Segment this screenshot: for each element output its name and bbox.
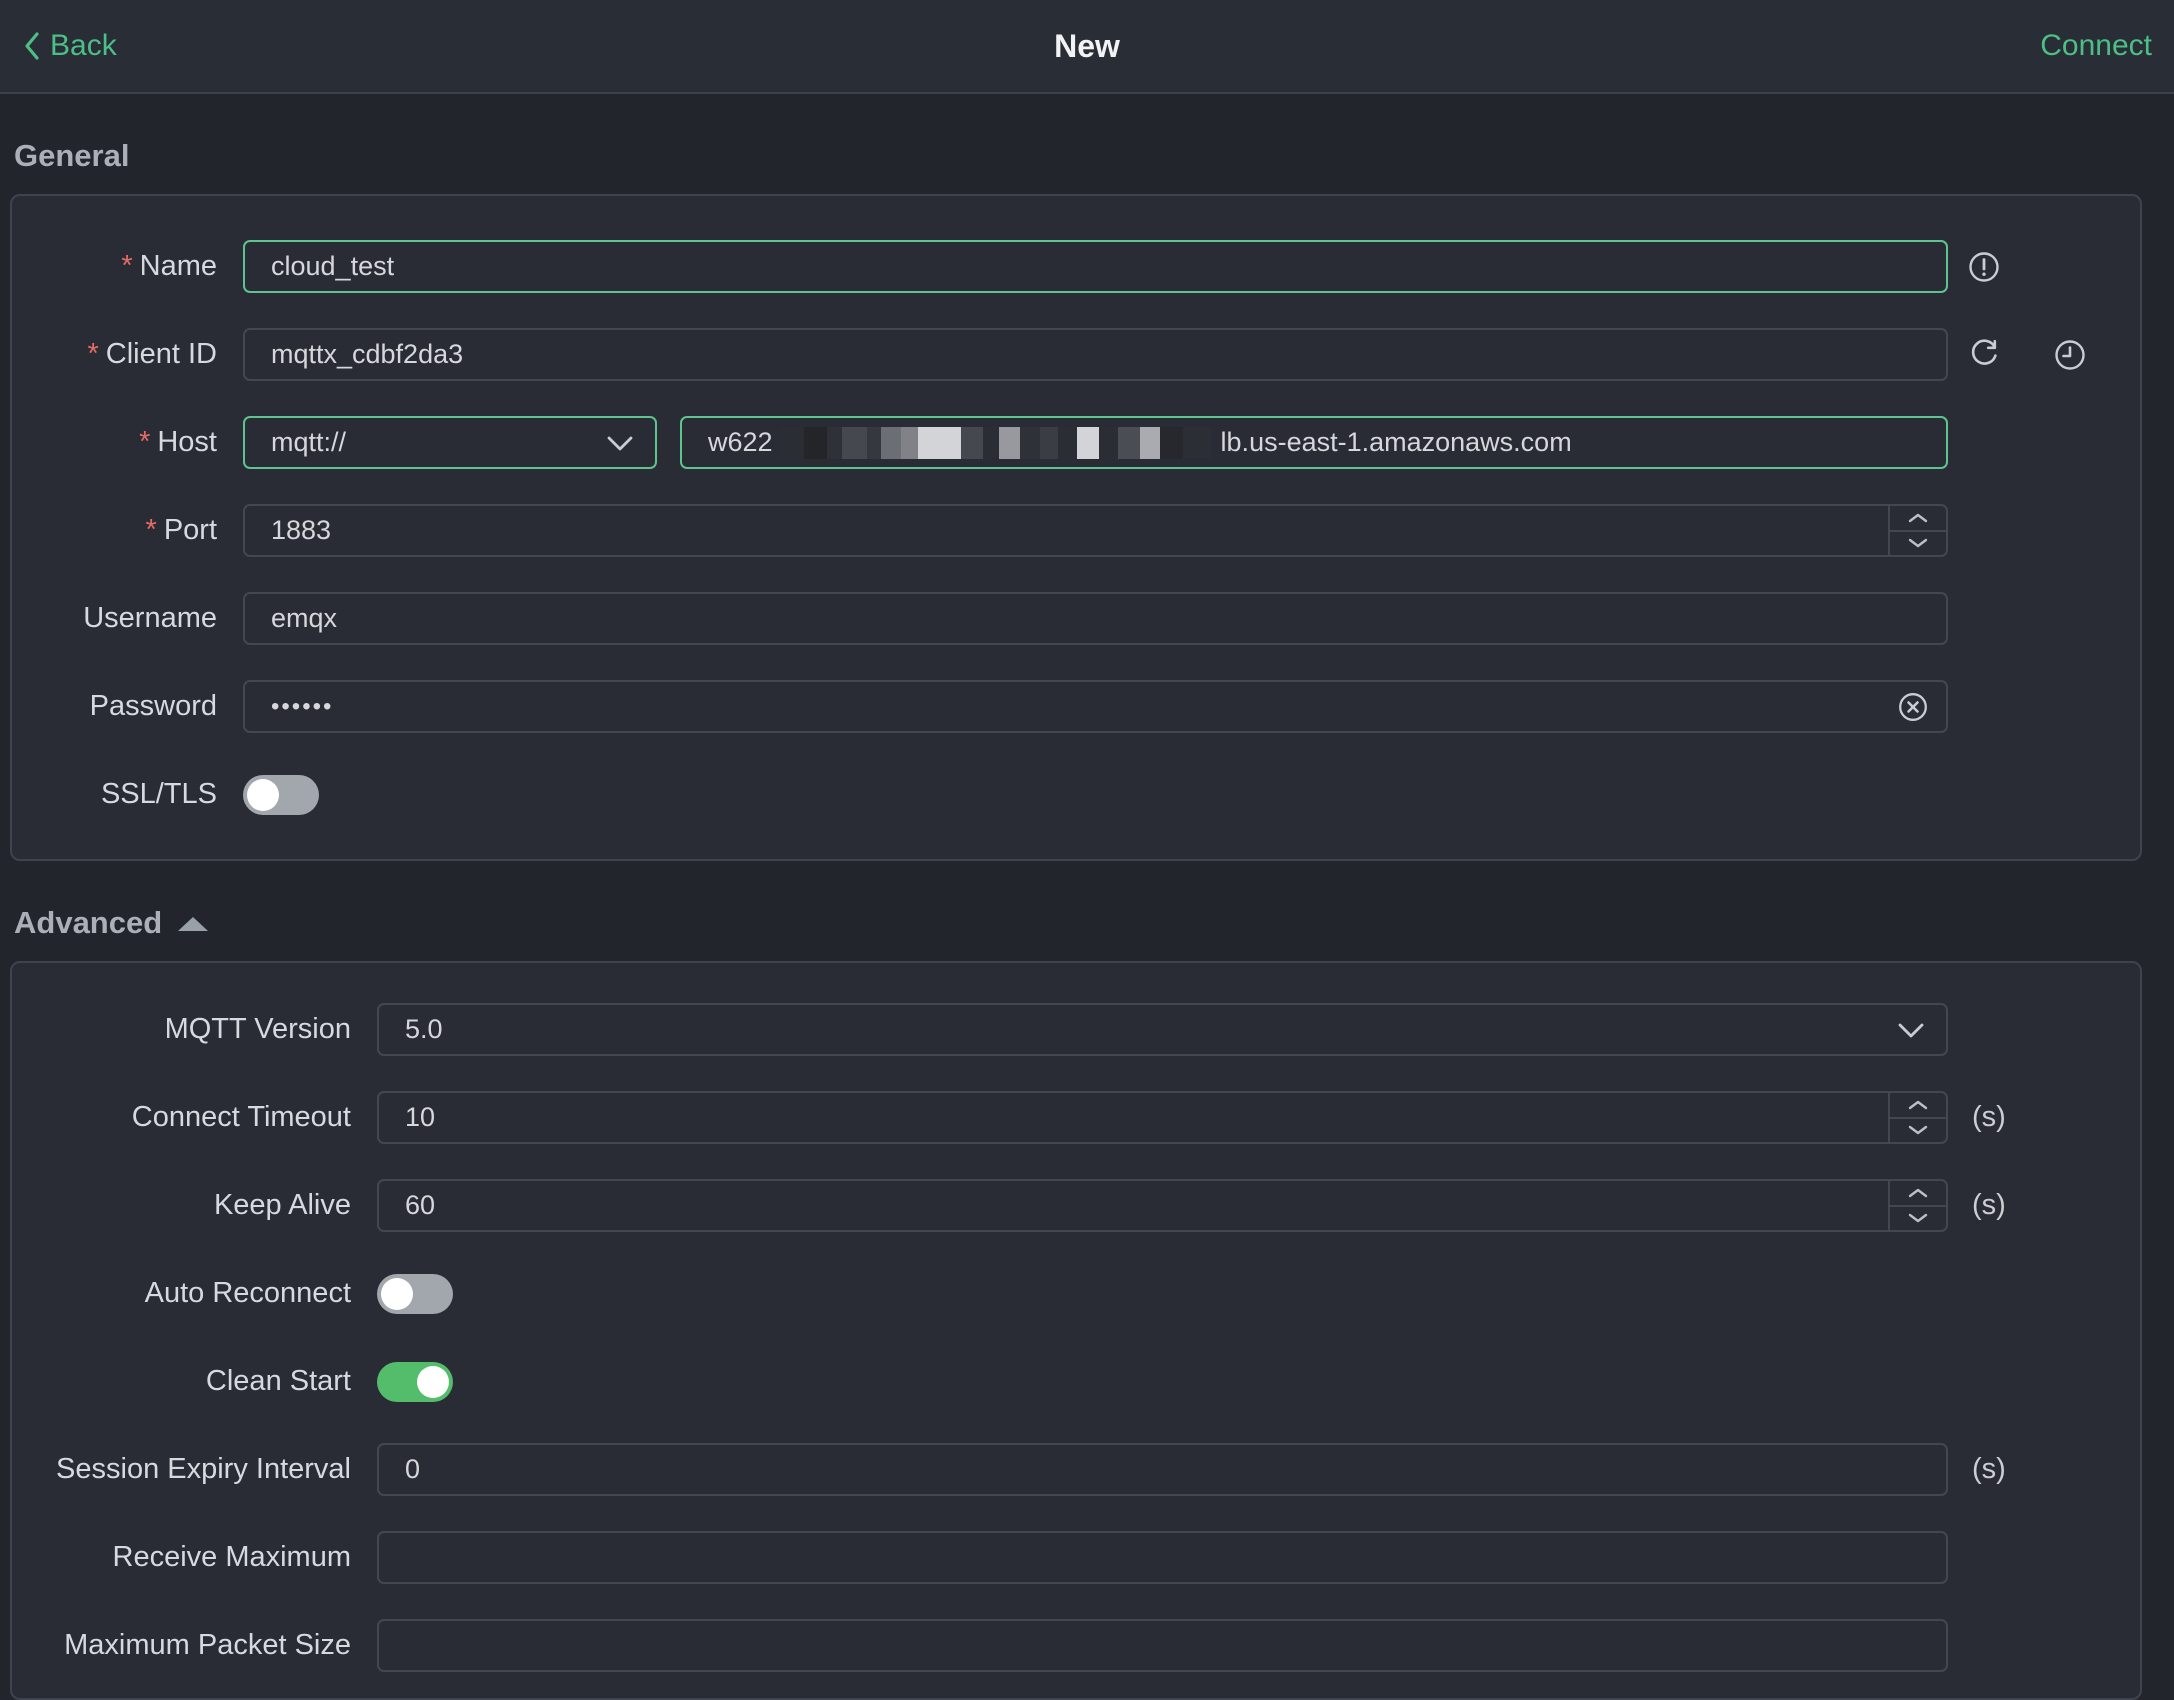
username-row: Username [12,592,2140,645]
advanced-section-title[interactable]: Advanced [14,903,2174,943]
required-marker: * [139,426,151,458]
keep-alive-stepper [1888,1181,1946,1230]
connect-button[interactable]: Connect [2040,29,2152,63]
connect-timeout-input-wrap [377,1091,1948,1144]
port-label: * Port [145,514,217,546]
stepper-down-icon[interactable] [1890,1207,1946,1231]
username-input[interactable] [243,592,1948,645]
host-value-prefix: w622 [708,427,773,457]
auto-reconnect-row: Auto Reconnect [12,1267,2140,1320]
port-input[interactable] [245,506,1888,555]
session-expiry-input[interactable] [377,1443,1948,1496]
mqtt-version-row: MQTT Version 5.0 [12,1003,2140,1056]
ssl-toggle[interactable] [243,774,319,815]
receive-maximum-input[interactable] [377,1531,1948,1584]
required-marker: * [87,338,99,370]
chevron-left-icon [22,30,42,62]
receive-maximum-label: Receive Maximum [112,1541,352,1573]
connect-timeout-row: Connect Timeout (s) [12,1091,2140,1144]
name-row: * Name [12,240,2140,293]
collapse-triangle-icon [178,917,209,931]
host-redaction [778,426,1211,459]
advanced-card: MQTT Version 5.0 Connect Timeout 10 (s) … [10,961,2142,1700]
seconds-unit: (s) [1972,1189,2006,1221]
connect-timeout-stepper [1888,1093,1946,1142]
username-label: Username [83,602,217,634]
receive-maximum-row: Receive Maximum [12,1531,2140,1584]
seconds-unit: (s) [1972,1453,2006,1485]
password-input-wrap [243,680,1948,733]
required-marker: * [121,250,133,282]
page-title: New [1054,27,1120,64]
max-packet-size-label: Maximum Packet Size [64,1629,351,1661]
ssl-label: SSL/TLS [100,778,217,810]
required-marker: * [145,514,157,546]
connect-label: Connect [2040,29,2152,62]
toggle-knob [417,1365,449,1398]
chevron-down-icon [1896,1021,1926,1039]
chevron-down-icon [605,434,635,452]
stepper-up-icon[interactable] [1890,506,1946,532]
seconds-unit: (s) [1972,1101,2006,1133]
host-label: * Host [139,426,217,458]
port-stepper [1888,506,1946,555]
advanced-section-label: Advanced [14,905,163,940]
back-button[interactable]: Back [22,29,117,63]
port-row: * Port [12,504,2140,557]
stepper-up-icon[interactable] [1890,1093,1946,1119]
history-clock-icon[interactable] [2052,337,2088,373]
mqtt-version-value: 5.0 [405,1014,443,1044]
port-input-wrap [243,504,1948,557]
max-packet-size-row: Maximum Packet Size [12,1619,2140,1672]
connect-timeout-input[interactable] [379,1093,1888,1142]
general-card: *Name *Client ID *Host [10,194,2142,861]
client-id-label: * Client ID [87,338,218,370]
password-row: Password [12,680,2140,733]
host-row: * Host mqtt:// w622 lb.us-east-1.amazonaw… [12,416,2140,469]
protocol-value: mqtt:// [271,427,347,457]
client-id-input[interactable] [243,328,1948,381]
host-input[interactable]: w622 lb.us-east-1.amazonaws.com [680,416,1948,469]
info-warning-icon [1966,249,2002,285]
password-label: Password [89,690,217,722]
max-packet-size-input[interactable] [377,1619,1948,1672]
general-section-label: General [14,138,130,173]
host-value-suffix: lb.us-east-1.amazonaws.com [1220,427,1572,457]
keep-alive-label: Keep Alive [213,1189,351,1221]
stepper-up-icon[interactable] [1890,1181,1946,1207]
clean-start-label: Clean Start [205,1365,351,1397]
refresh-icon[interactable] [1966,337,2002,373]
name-input[interactable] [243,240,1948,293]
clean-start-toggle[interactable] [377,1361,453,1402]
clean-start-row: Clean Start [12,1355,2140,1408]
stepper-down-icon[interactable] [1890,532,1946,556]
client-id-row: * Client ID [12,328,2140,381]
name-label: * Name [121,250,217,282]
password-input[interactable] [245,682,1896,731]
clear-circle-icon[interactable] [1896,690,1930,724]
stepper-down-icon[interactable] [1890,1119,1946,1143]
keep-alive-input-wrap [377,1179,1948,1232]
back-label: Back [50,29,117,62]
auto-reconnect-toggle[interactable] [377,1273,453,1314]
session-expiry-row: Session Expiry Interval (s) [12,1443,2140,1496]
mqtt-version-select[interactable]: 5.0 [377,1003,1948,1056]
protocol-select[interactable]: mqtt:// [243,416,657,469]
auto-reconnect-label: Auto Reconnect [144,1277,351,1309]
top-bar: Back New Connect [0,0,2174,94]
ssl-row: SSL/TLS [12,768,2140,821]
keep-alive-input[interactable] [379,1181,1888,1230]
keep-alive-row: Keep Alive (s) [12,1179,2140,1232]
mqtt-version-label: MQTT Version [164,1013,351,1045]
session-expiry-label: Session Expiry Interval [56,1453,351,1485]
general-section-title: General [14,136,2174,176]
toggle-knob [381,1277,413,1310]
toggle-knob [247,778,279,811]
connect-timeout-label: Connect Timeout [131,1101,351,1133]
